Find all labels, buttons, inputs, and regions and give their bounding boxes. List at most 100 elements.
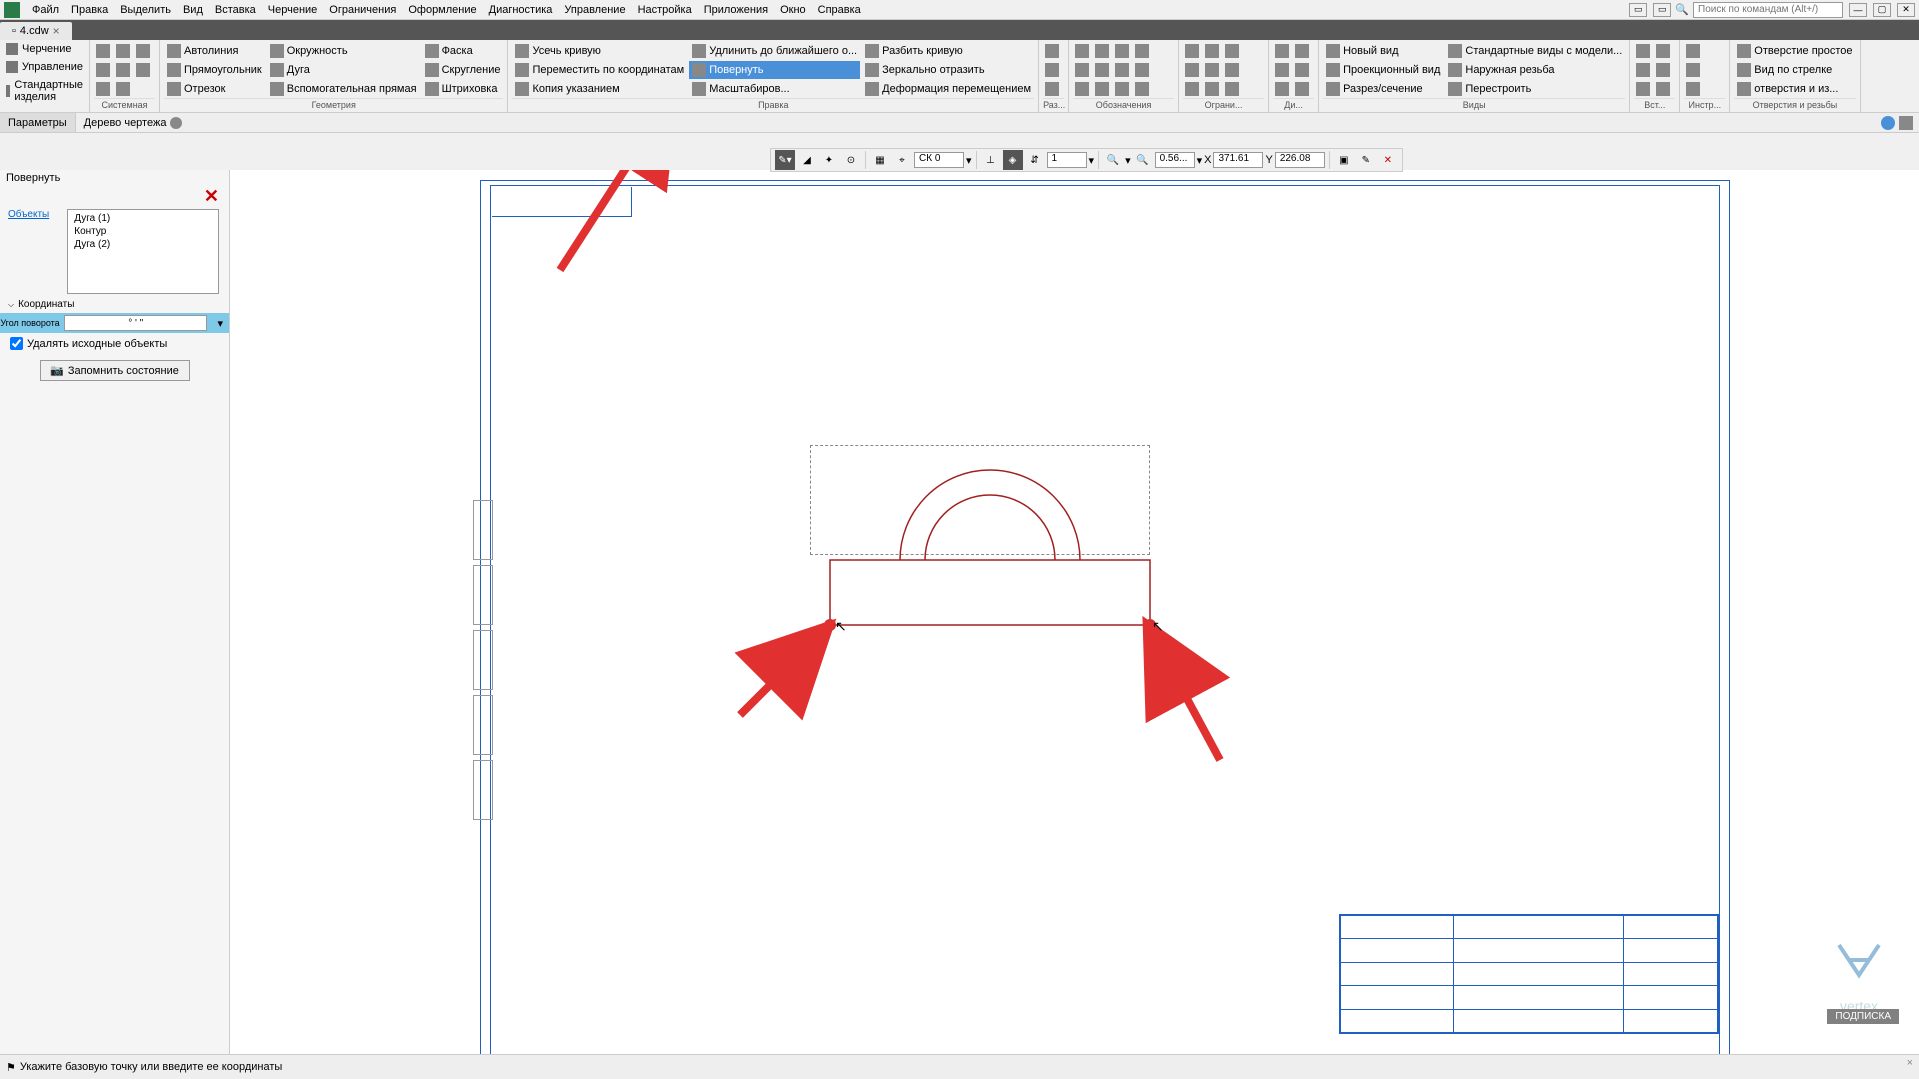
- ob9[interactable]: [1113, 80, 1131, 98]
- dropdown-icon[interactable]: ▾: [1089, 154, 1095, 167]
- ob2[interactable]: [1073, 61, 1091, 79]
- in3[interactable]: [1684, 80, 1702, 98]
- drawing-canvas[interactable]: ↖ ↖ vertex ПОДПИСКА: [230, 170, 1919, 1054]
- auxline-button[interactable]: Вспомогательная прямая: [267, 80, 420, 98]
- scale-button[interactable]: Масштабиров...: [689, 80, 860, 98]
- objects-list[interactable]: Дуга (1) Контур Дуга (2): [67, 209, 219, 294]
- movecoord-button[interactable]: Переместить по координатам: [512, 61, 687, 79]
- editmode-icon[interactable]: ✎: [1356, 150, 1376, 170]
- og1[interactable]: [1183, 42, 1201, 60]
- thread-button[interactable]: Вид по стрелке: [1734, 61, 1855, 79]
- snap3-icon[interactable]: ⊙: [841, 150, 861, 170]
- menu-file[interactable]: Файл: [26, 4, 65, 16]
- cancel-command-icon[interactable]: ✕: [204, 186, 219, 206]
- y-coord[interactable]: 226.08: [1275, 152, 1325, 168]
- fillet-button[interactable]: Скругление: [422, 61, 504, 79]
- vs6[interactable]: [1654, 80, 1672, 98]
- in2[interactable]: [1684, 61, 1702, 79]
- undo-icon[interactable]: [94, 80, 112, 98]
- extend-button[interactable]: Удлинить до ближайшего о...: [689, 42, 860, 60]
- rotate-button[interactable]: Повернуть: [689, 61, 860, 79]
- gear-icon[interactable]: [170, 117, 182, 129]
- subscribe-button[interactable]: ПОДПИСКА: [1827, 1009, 1899, 1024]
- tool-icon[interactable]: [134, 42, 152, 60]
- di3[interactable]: [1273, 80, 1291, 98]
- stdviews-button[interactable]: Стандартные виды с модели...: [1445, 42, 1625, 60]
- og8[interactable]: [1223, 61, 1241, 79]
- menu-settings[interactable]: Настройка: [632, 4, 698, 16]
- save-icon[interactable]: [114, 42, 132, 60]
- raz1-icon[interactable]: [1043, 42, 1061, 60]
- mirror-button[interactable]: Зеркально отразить: [862, 61, 1034, 79]
- layout-btn-2[interactable]: ▭: [1653, 3, 1671, 17]
- cs-icon[interactable]: ⌖: [892, 150, 912, 170]
- angle-input[interactable]: ° ' ": [64, 315, 207, 331]
- menu-window[interactable]: Окно: [774, 4, 812, 16]
- segment-button[interactable]: Отрезок: [164, 80, 265, 98]
- in1[interactable]: [1684, 42, 1702, 60]
- delete-source-checkbox[interactable]: Удалять исходные объекты: [0, 333, 229, 354]
- vs2[interactable]: [1634, 61, 1652, 79]
- raz2-icon[interactable]: [1043, 61, 1061, 79]
- vs1[interactable]: [1634, 42, 1652, 60]
- list-item[interactable]: Дуга (1): [70, 212, 216, 225]
- mode-manage[interactable]: Управление: [0, 58, 89, 76]
- simplehole-button[interactable]: Отверстие простое: [1734, 42, 1855, 60]
- menu-apps[interactable]: Приложения: [698, 4, 774, 16]
- ob7[interactable]: [1113, 42, 1131, 60]
- mode-stdparts[interactable]: Стандартные изделия: [0, 76, 89, 106]
- scale-input[interactable]: 1: [1047, 152, 1087, 168]
- newview-button[interactable]: Новый вид: [1323, 42, 1443, 60]
- di6[interactable]: [1293, 80, 1311, 98]
- menu-insert[interactable]: Вставка: [209, 4, 262, 16]
- og7[interactable]: [1223, 42, 1241, 60]
- zoom-icon[interactable]: 🔍: [1133, 150, 1153, 170]
- menu-select[interactable]: Выделить: [114, 4, 177, 16]
- trim-button[interactable]: Усечь кривую: [512, 42, 687, 60]
- arrowview-button[interactable]: Разрез/сечение: [1323, 80, 1443, 98]
- maximize-button[interactable]: ▢: [1873, 3, 1891, 17]
- help-icon[interactable]: [1881, 116, 1895, 130]
- remember-state-button[interactable]: 📷 Запомнить состояние: [40, 360, 190, 381]
- mode-drawing[interactable]: Черчение: [0, 40, 89, 58]
- menu-constraints[interactable]: Ограничения: [323, 4, 402, 16]
- layout-btn-1[interactable]: ▭: [1629, 3, 1647, 17]
- arc-button[interactable]: Дуга: [267, 61, 420, 79]
- dropdown-icon[interactable]: ▾: [966, 154, 972, 167]
- list-icon[interactable]: [1899, 116, 1913, 130]
- hatch-button[interactable]: Штриховка: [422, 80, 504, 98]
- close-cmd-icon[interactable]: ✕: [1378, 150, 1398, 170]
- coord-system-dropdown[interactable]: СК 0: [914, 152, 964, 168]
- ob5[interactable]: [1093, 61, 1111, 79]
- coordinates-section[interactable]: Координаты: [0, 296, 229, 313]
- deform-button[interactable]: Деформация перемещением: [862, 80, 1034, 98]
- dropdown-icon[interactable]: ▾: [211, 317, 229, 330]
- ob6[interactable]: [1093, 80, 1111, 98]
- print-icon[interactable]: [114, 61, 132, 79]
- rebuild-button[interactable]: отверстия и из...: [1734, 80, 1855, 98]
- di5[interactable]: [1293, 61, 1311, 79]
- open-icon[interactable]: [94, 61, 112, 79]
- vs3[interactable]: [1634, 80, 1652, 98]
- og9[interactable]: [1223, 80, 1241, 98]
- menu-format[interactable]: Оформление: [402, 4, 482, 16]
- raz3-icon[interactable]: [1043, 80, 1061, 98]
- ob3[interactable]: [1073, 80, 1091, 98]
- dropdown-icon[interactable]: ▾: [1197, 154, 1203, 167]
- dropdown-icon[interactable]: ▾: [1125, 154, 1131, 167]
- ob1[interactable]: [1073, 42, 1091, 60]
- params-tab[interactable]: Параметры: [0, 113, 76, 132]
- menu-drawing[interactable]: Черчение: [262, 4, 324, 16]
- autoline-button[interactable]: Автолиния: [164, 42, 265, 60]
- vs4[interactable]: [1654, 42, 1672, 60]
- menu-view[interactable]: Вид: [177, 4, 209, 16]
- ob11[interactable]: [1133, 61, 1151, 79]
- minimize-button[interactable]: —: [1849, 3, 1867, 17]
- og6[interactable]: [1203, 80, 1221, 98]
- new-icon[interactable]: [94, 42, 112, 60]
- apply-icon[interactable]: ▣: [1334, 150, 1354, 170]
- snap-icon[interactable]: ◈: [1003, 150, 1023, 170]
- tree-tab[interactable]: Дерево чертежа: [76, 117, 191, 129]
- di2[interactable]: [1273, 61, 1291, 79]
- circle-button[interactable]: Окружность: [267, 42, 420, 60]
